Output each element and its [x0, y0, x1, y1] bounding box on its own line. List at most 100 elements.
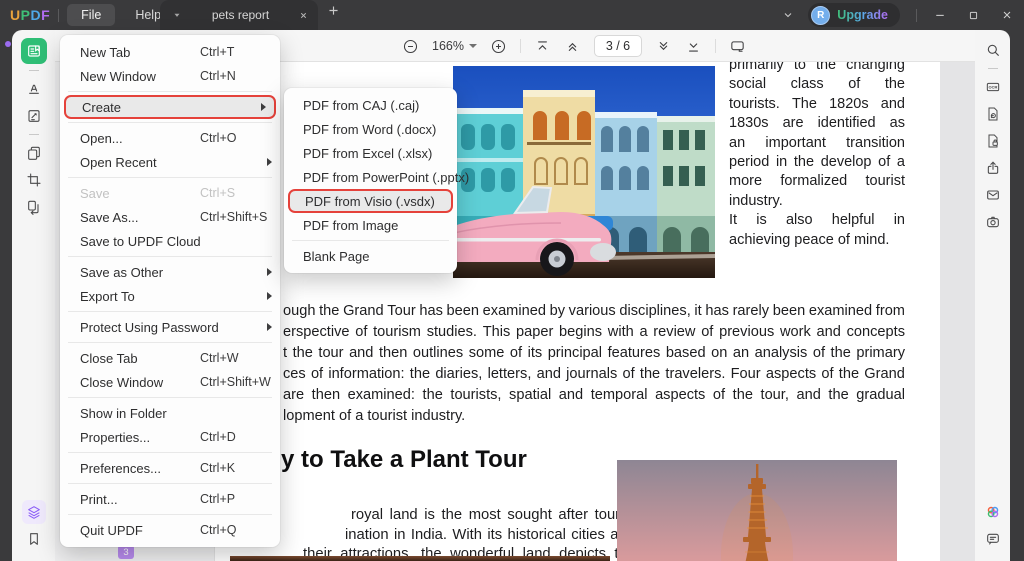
- new-tab-button[interactable]: [327, 4, 340, 17]
- left-sidebar-top: [21, 38, 47, 219]
- last-page-icon[interactable]: [685, 38, 702, 55]
- menu-item-label: Open Recent: [80, 155, 200, 170]
- avatar[interactable]: R: [811, 6, 830, 25]
- menu-item-label: Save As...: [80, 210, 200, 225]
- close-icon[interactable]: [1001, 9, 1013, 21]
- menu-item-protect-using-password[interactable]: Protect Using Password: [60, 315, 280, 339]
- feedback-icon[interactable]: [981, 527, 1005, 551]
- share-icon[interactable]: [981, 156, 1005, 180]
- menu-item-show-in-folder[interactable]: Show in Folder: [60, 401, 280, 425]
- mail-icon[interactable]: [981, 183, 1005, 207]
- ai-layers-icon[interactable]: [22, 500, 46, 524]
- protect-icon[interactable]: [981, 129, 1005, 153]
- presentation-mode-icon[interactable]: [729, 38, 746, 55]
- zoom-dropdown-caret-icon[interactable]: [469, 44, 477, 48]
- menu-item-preferences[interactable]: Preferences...Ctrl+K: [60, 456, 280, 480]
- svg-text:OCR: OCR: [988, 85, 997, 90]
- bookmark-icon[interactable]: [22, 527, 46, 551]
- menu-divider: [68, 311, 272, 312]
- menu-item-save[interactable]: SaveCtrl+S: [60, 181, 280, 205]
- first-page-icon[interactable]: [534, 38, 551, 55]
- menu-item-pdf-from-visio-vsdx[interactable]: PDF from Visio (.vsdx): [288, 189, 453, 213]
- sidebar-divider: [29, 134, 39, 135]
- convert-icon[interactable]: [22, 195, 46, 219]
- menu-item-new-window[interactable]: New WindowCtrl+N: [60, 64, 280, 88]
- menu-item-save-as[interactable]: Save As...Ctrl+Shift+S: [60, 205, 280, 229]
- menu-item-save-as-other[interactable]: Save as Other: [60, 260, 280, 284]
- comment-icon[interactable]: [22, 77, 46, 101]
- menu-item-properties[interactable]: Properties...Ctrl+D: [60, 425, 280, 449]
- reader-icon[interactable]: [21, 38, 47, 64]
- menu-divider: [68, 452, 272, 453]
- chevron-right-icon: [267, 292, 272, 300]
- ocr-icon[interactable]: OCR: [981, 75, 1005, 99]
- edit-icon[interactable]: [22, 104, 46, 128]
- menu-item-label: Close Tab: [80, 351, 200, 366]
- menu-item-pdf-from-caj-caj[interactable]: PDF from CAJ (.caj): [284, 93, 457, 117]
- menu-item-open-recent[interactable]: Open Recent: [60, 150, 280, 174]
- menu-item-create[interactable]: Create: [64, 95, 276, 119]
- left-sidebar: [12, 30, 55, 561]
- menu-file[interactable]: File: [67, 4, 115, 26]
- menu-divider: [68, 177, 272, 178]
- menu-item-save-to-updf-cloud[interactable]: Save to UPDF Cloud: [60, 229, 280, 253]
- minimize-icon[interactable]: [934, 9, 946, 21]
- zoom-out-icon[interactable]: [402, 38, 419, 55]
- menu-item-label: Close Window: [80, 375, 200, 390]
- menu-item-pdf-from-powerpoint-pptx[interactable]: PDF from PowerPoint (.pptx): [284, 165, 457, 189]
- text-line: royallandisthemostsoughtaftertourist: [248, 506, 635, 526]
- ai-assistant-icon[interactable]: [981, 500, 1005, 524]
- menu-item-blank-page[interactable]: Blank Page: [284, 244, 457, 268]
- tab-dropdown-caret-icon[interactable]: [172, 10, 182, 20]
- menu-item-export-to[interactable]: Export To: [60, 284, 280, 308]
- menu-item-pdf-from-word-docx[interactable]: PDF from Word (.docx): [284, 117, 457, 141]
- chevron-right-icon: [267, 268, 272, 276]
- chevron-down-icon[interactable]: [782, 9, 794, 21]
- menu-item-shortcut: Ctrl+P: [200, 492, 258, 506]
- sidebar-divider: [29, 70, 39, 71]
- page-indicator[interactable]: 3 / 6: [594, 35, 642, 57]
- text-line: moreformalizedtourist: [729, 172, 905, 191]
- menu-item-label: New Window: [80, 69, 200, 84]
- toolbar-divider: [715, 39, 716, 53]
- text-line: periodinthedevelopofa: [729, 153, 905, 172]
- menu-item-shortcut: Ctrl+Q: [200, 523, 258, 537]
- menu-item-label: Quit UPDF: [80, 523, 200, 538]
- screenshot-icon[interactable]: [981, 210, 1005, 234]
- menu-item-close-tab[interactable]: Close TabCtrl+W: [60, 346, 280, 370]
- text-line: socialclassofthe: [729, 75, 905, 94]
- crop-icon[interactable]: [22, 168, 46, 192]
- app-logo: UPDF: [10, 7, 50, 23]
- organize-icon[interactable]: [22, 141, 46, 165]
- menu-divider: [292, 240, 449, 241]
- document-tab[interactable]: pets report: [160, 0, 318, 30]
- menu-item-open[interactable]: Open...Ctrl+O: [60, 126, 280, 150]
- notification-dot: [5, 41, 11, 47]
- sidebar-divider: [988, 68, 998, 69]
- zoom-control[interactable]: 166%: [432, 39, 477, 53]
- menu-item-shortcut: Ctrl+O: [200, 131, 258, 145]
- search-icon[interactable]: [981, 38, 1005, 62]
- upgrade-button[interactable]: R Upgrade: [808, 3, 900, 27]
- convert-page-icon[interactable]: [981, 102, 1005, 126]
- title-bar: UPDF File Help pets report R Upgrade: [0, 0, 1024, 30]
- menu-item-pdf-from-image[interactable]: PDF from Image: [284, 213, 457, 237]
- text-line: industry.: [729, 192, 905, 211]
- page-up-icon[interactable]: [564, 38, 581, 55]
- text-line: achieving peace of mind.: [729, 231, 905, 250]
- menu-item-pdf-from-excel-xlsx[interactable]: PDF from Excel (.xlsx): [284, 141, 457, 165]
- text-line: lopment of a tourist industry.: [283, 406, 905, 427]
- text-line: inationinIndia.Withitshistoricalcitiesan…: [248, 526, 635, 546]
- maximize-icon[interactable]: [968, 10, 979, 21]
- zoom-in-icon[interactable]: [490, 38, 507, 55]
- menu-item-new-tab[interactable]: New TabCtrl+T: [60, 40, 280, 64]
- menu-item-close-window[interactable]: Close WindowCtrl+Shift+W: [60, 370, 280, 394]
- menu-item-print[interactable]: Print...Ctrl+P: [60, 487, 280, 511]
- page-down-icon[interactable]: [655, 38, 672, 55]
- create-submenu: PDF from CAJ (.caj)PDF from Word (.docx)…: [284, 88, 457, 273]
- menu-item-label: Save as Other: [80, 265, 200, 280]
- menu-item-quit-updf[interactable]: Quit UPDFCtrl+Q: [60, 518, 280, 542]
- text-line: arethenexamined:thetourists,spatialandte…: [283, 385, 905, 406]
- tab-close-icon[interactable]: [299, 11, 308, 20]
- menu-item-shortcut: Ctrl+D: [200, 430, 258, 444]
